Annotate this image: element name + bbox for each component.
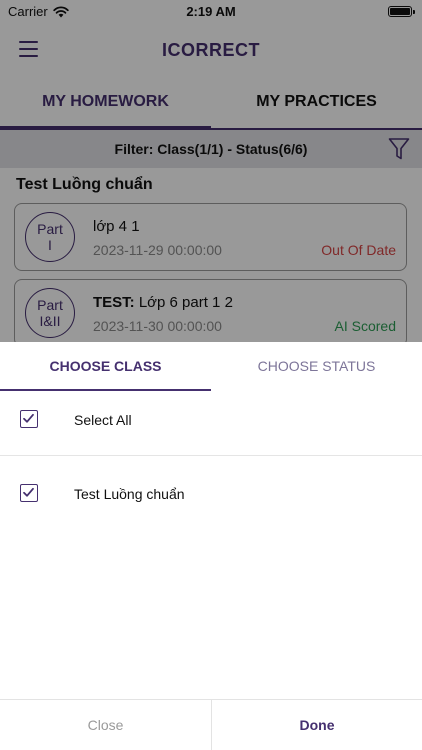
option-select-all[interactable]: Select All	[0, 382, 422, 456]
checkmark-icon	[23, 413, 34, 423]
filter-bottom-sheet: CHOOSE CLASS CHOOSE STATUS Select All Te…	[0, 342, 422, 750]
done-button[interactable]: Done	[211, 700, 422, 750]
sheet-footer: Close Done	[0, 699, 422, 750]
option-label: Test Luồng chuẩn	[74, 486, 185, 502]
class-checkbox[interactable]	[20, 484, 38, 502]
close-button[interactable]: Close	[0, 700, 211, 750]
option-label: Select All	[74, 412, 132, 428]
checkmark-icon	[23, 487, 34, 497]
select-all-checkbox[interactable]	[20, 410, 38, 428]
option-class-item[interactable]: Test Luồng chuẩn	[0, 456, 422, 530]
